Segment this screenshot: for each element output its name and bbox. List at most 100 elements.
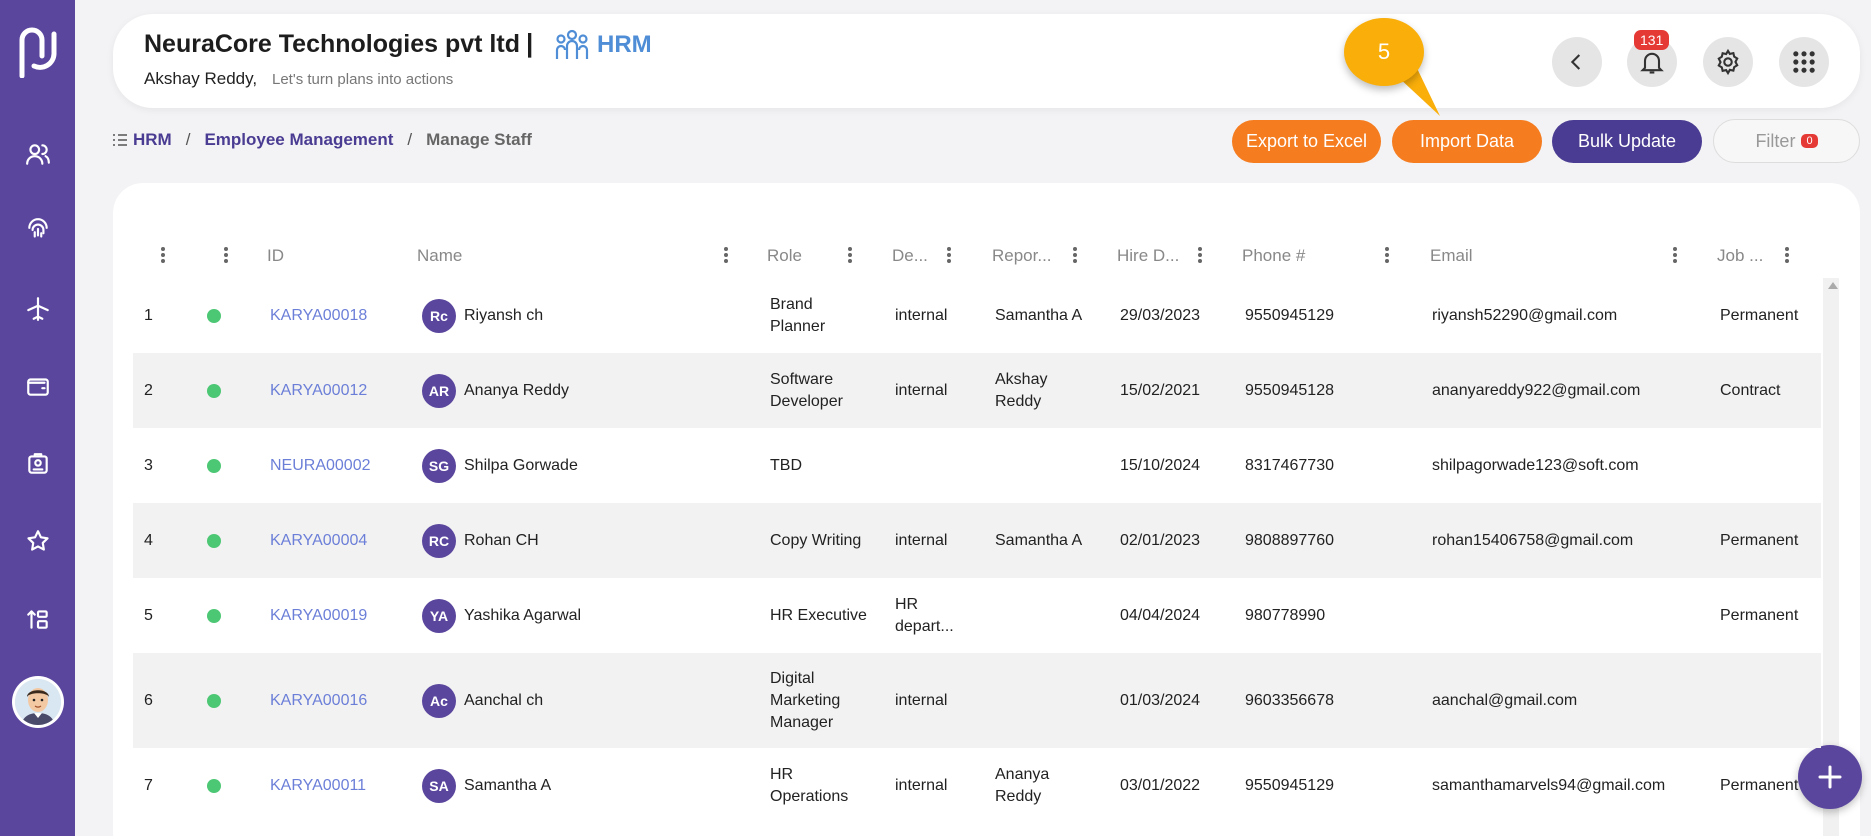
status-active-dot xyxy=(207,778,221,793)
column-menu-icon[interactable] xyxy=(847,245,853,265)
back-button[interactable] xyxy=(1552,37,1602,87)
employee-avatar: Rc xyxy=(422,298,456,333)
column-header-job-type[interactable]: Job ... xyxy=(1717,246,1763,266)
employee-name: Ananya Reddy xyxy=(464,381,569,399)
employee-avatar: YA xyxy=(422,598,456,633)
column-header-phone[interactable]: Phone # xyxy=(1242,246,1305,266)
column-header-email[interactable]: Email xyxy=(1430,246,1473,266)
column-menu-icon[interactable] xyxy=(1784,245,1790,265)
grid-icon xyxy=(1793,51,1815,73)
employee-job-type: Permanent xyxy=(1720,606,1799,624)
employee-phone: 980778990 xyxy=(1245,606,1326,624)
column-menu-icon[interactable] xyxy=(1384,245,1390,265)
column-menu-icon[interactable] xyxy=(223,245,229,265)
row-number: 2 xyxy=(144,381,153,399)
people-icon[interactable] xyxy=(22,138,54,170)
employee-role: Brand xyxy=(770,295,813,313)
filter-count-badge: 0 xyxy=(1801,134,1818,148)
employee-phone: 9603356678 xyxy=(1245,691,1334,709)
employee-phone: 9550945129 xyxy=(1245,306,1334,324)
filter-button[interactable]: Filter 0 xyxy=(1713,119,1860,163)
column-menu-icon[interactable] xyxy=(160,245,166,265)
employee-role: Copy Writing xyxy=(770,531,862,549)
column-menu-icon[interactable] xyxy=(1672,245,1678,265)
row-number: 4 xyxy=(144,531,153,549)
column-header-role[interactable]: Role xyxy=(767,246,802,266)
notification-count-badge: 131 xyxy=(1634,30,1670,50)
employee-avatar: AR xyxy=(422,373,456,408)
employee-department: internal xyxy=(895,691,948,709)
employee-avatar: SA xyxy=(422,768,456,803)
bulk-update-button[interactable]: Bulk Update xyxy=(1552,120,1702,163)
column-header-department[interactable]: De... xyxy=(892,246,928,266)
employee-id-link[interactable]: KARYA00012 xyxy=(270,380,367,402)
employee-id-link[interactable]: KARYA00019 xyxy=(270,605,367,627)
column-menu-icon[interactable] xyxy=(946,245,952,265)
status-active-dot xyxy=(207,308,221,323)
fingerprint-icon[interactable] xyxy=(22,214,54,246)
settings-button[interactable] xyxy=(1703,37,1753,87)
breadcrumb: HRM / Employee Management / Manage Staff xyxy=(112,130,532,150)
employee-hire-date: 15/10/2024 xyxy=(1120,456,1201,474)
employee-phone: 8317467730 xyxy=(1245,456,1334,474)
status-active-dot xyxy=(207,458,221,473)
import-data-button[interactable]: Import Data xyxy=(1392,120,1542,163)
id-badge-icon[interactable] xyxy=(22,448,54,480)
row-number: 6 xyxy=(144,691,153,709)
employee-reports-to: Samantha A xyxy=(995,531,1083,549)
employee-hire-date: 02/01/2023 xyxy=(1120,531,1201,549)
header-divider: | xyxy=(526,28,534,58)
column-header-reports-to[interactable]: Repor... xyxy=(992,246,1052,266)
column-header-name[interactable]: Name xyxy=(417,246,462,266)
employee-hire-date: 29/03/2023 xyxy=(1120,306,1201,324)
employee-id-link[interactable]: KARYA00004 xyxy=(270,530,367,552)
employee-id-link[interactable]: KARYA00018 xyxy=(270,305,367,327)
employee-reports-to: Reddy xyxy=(995,392,1042,410)
module-label[interactable]: HRM xyxy=(597,31,652,59)
employee-role: Developer xyxy=(770,392,843,410)
airplane-icon[interactable] xyxy=(22,293,54,325)
employee-avatar: Ac xyxy=(422,683,456,718)
sidebar xyxy=(0,0,75,836)
employee-department: internal xyxy=(895,306,948,324)
table-row[interactable] xyxy=(133,578,1821,653)
wallet-icon[interactable] xyxy=(22,370,54,402)
user-name: Akshay Reddy, xyxy=(144,69,258,88)
employee-role: HR Executive xyxy=(770,606,867,624)
employee-job-type: Permanent xyxy=(1720,306,1799,324)
export-excel-button[interactable]: Export to Excel xyxy=(1232,120,1381,163)
star-icon[interactable] xyxy=(22,525,54,557)
column-header-id[interactable]: ID xyxy=(267,246,284,266)
breadcrumb-current: Manage Staff xyxy=(426,130,532,149)
employee-email: aanchal@gmail.com xyxy=(1432,691,1578,709)
column-menu-icon[interactable] xyxy=(723,245,729,265)
column-menu-icon[interactable] xyxy=(1197,245,1203,265)
employee-id-link[interactable]: NEURA00002 xyxy=(270,455,371,477)
user-avatar[interactable] xyxy=(12,676,64,728)
brand-logo[interactable] xyxy=(16,26,60,78)
employee-role: Planner xyxy=(770,317,826,335)
employee-job-type: Permanent xyxy=(1720,531,1799,549)
employee-avatar: RC xyxy=(422,523,456,558)
breadcrumb-employee-management[interactable]: Employee Management xyxy=(204,130,393,150)
employee-id-link[interactable]: KARYA00011 xyxy=(270,775,366,797)
status-active-dot xyxy=(207,533,221,548)
employee-role: Marketing xyxy=(770,691,841,709)
employee-job-type: Permanent xyxy=(1720,776,1799,794)
company-name: NeuraCore Technologies pvt ltd xyxy=(144,30,520,58)
scroll-up-arrow-icon[interactable] xyxy=(1828,282,1838,289)
employee-reports-to: Akshay xyxy=(995,370,1048,388)
employee-name: Yashika Agarwal xyxy=(464,606,582,624)
sort-icon[interactable] xyxy=(22,603,54,635)
column-menu-icon[interactable] xyxy=(1072,245,1078,265)
employee-avatar: SG xyxy=(422,448,456,483)
employee-id-link[interactable]: KARYA00016 xyxy=(270,690,367,712)
employee-role: Manager xyxy=(770,713,834,731)
breadcrumb-hrm[interactable]: HRM xyxy=(133,130,172,150)
filter-label: Filter xyxy=(1755,130,1796,151)
employee-hire-date: 03/01/2022 xyxy=(1120,776,1201,794)
employee-department: depart... xyxy=(895,617,954,635)
employee-name: Samantha A xyxy=(464,776,552,794)
column-header-hire-date[interactable]: Hire D... xyxy=(1117,246,1179,266)
apps-button[interactable] xyxy=(1779,37,1829,87)
